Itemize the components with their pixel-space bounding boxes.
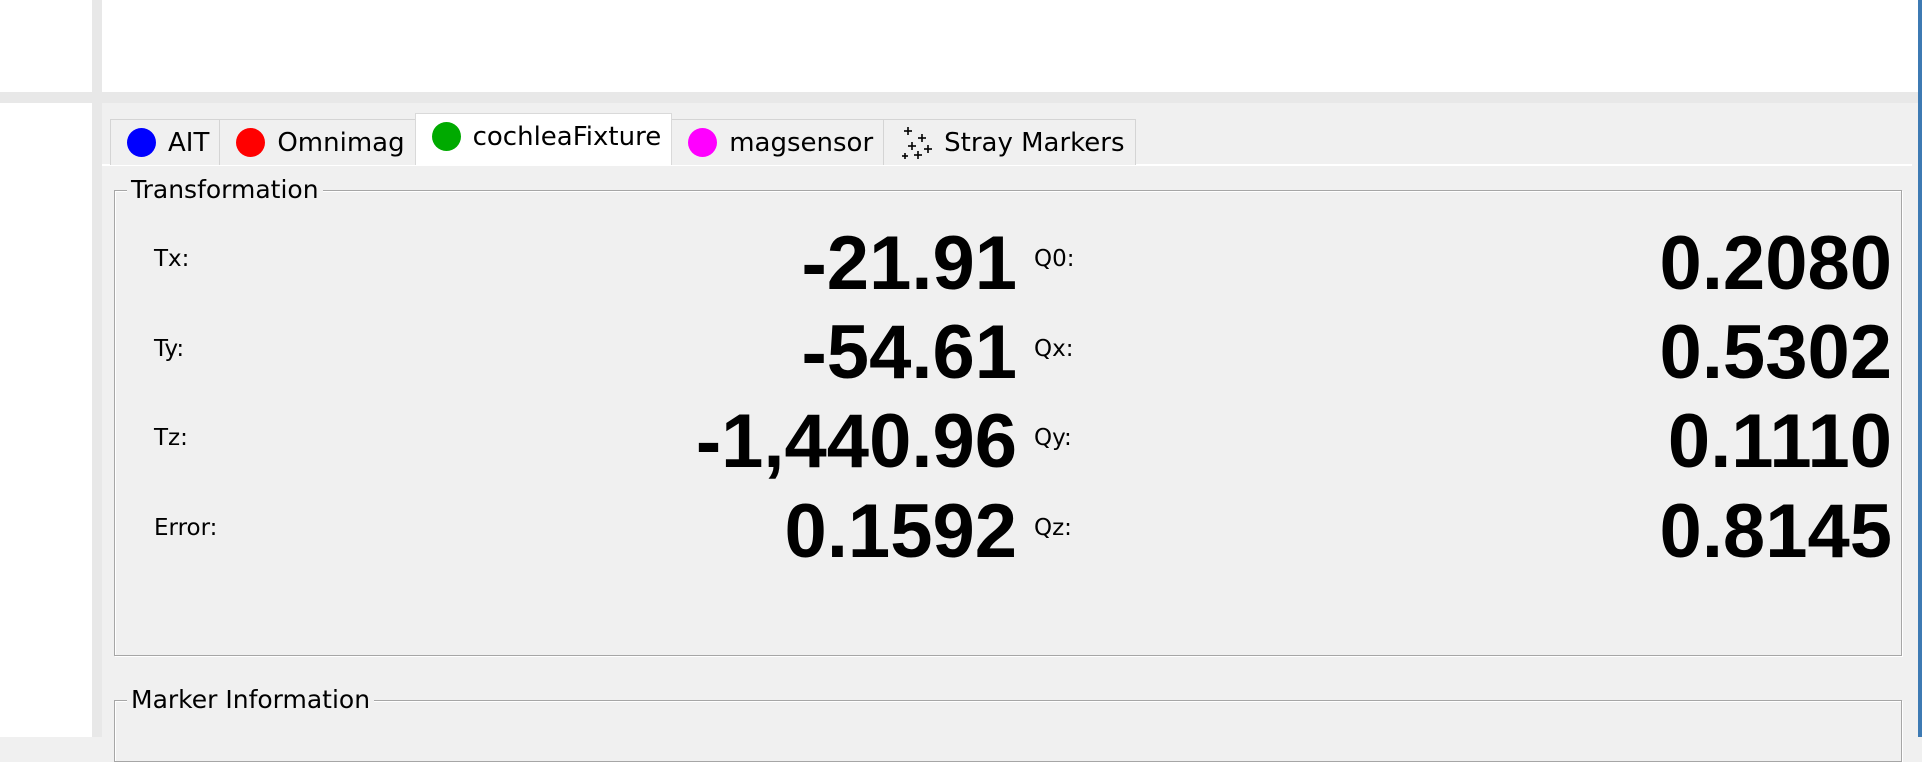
top-panel xyxy=(102,0,1920,92)
error-value: 0.1592 xyxy=(784,489,1017,574)
error-label: Error: xyxy=(154,515,218,541)
tab-stray-markers[interactable]: Stray Markers xyxy=(883,119,1136,165)
qy-value: 0.1110 xyxy=(1667,399,1892,484)
tab-omnimag[interactable]: Omnimag xyxy=(219,119,416,165)
window-right-border xyxy=(1918,0,1922,737)
ty-label: Ty: xyxy=(154,336,185,362)
horizontal-splitter[interactable] xyxy=(0,92,1922,103)
tx-value: -21.91 xyxy=(801,221,1018,306)
tz-value: -1,440.96 xyxy=(695,399,1017,484)
left-panel-top xyxy=(0,0,92,92)
tab-label: magsensor xyxy=(729,127,874,158)
tab-magsensor[interactable]: magsensor xyxy=(671,119,885,165)
qx-label: Qx: xyxy=(1034,336,1074,362)
vertical-splitter[interactable] xyxy=(92,0,102,737)
tx-label: Tx: xyxy=(154,246,190,272)
marker-information-groupbox: Marker Information xyxy=(114,685,1902,762)
tab-label: Omnimag xyxy=(277,127,405,158)
group-title: Transformation xyxy=(127,175,323,204)
qy-label: Qy: xyxy=(1034,425,1072,451)
left-panel-bottom xyxy=(0,103,92,737)
tz-label: Tz: xyxy=(154,425,188,451)
tool-status-dot-icon xyxy=(127,128,156,157)
tool-status-dot-icon xyxy=(236,128,266,157)
tab-label: Stray Markers xyxy=(944,127,1125,158)
qx-value: 0.5302 xyxy=(1659,310,1892,395)
tool-tab-bar: AIT Omnimag cochleaFixture magsensor Str… xyxy=(110,113,1136,165)
tool-status-dot-icon xyxy=(431,122,461,151)
tab-label: cochleaFixture xyxy=(472,121,662,152)
tab-ait[interactable]: AIT xyxy=(110,119,221,165)
group-title: Marker Information xyxy=(127,685,375,714)
ty-value: -54.61 xyxy=(801,310,1018,395)
tab-cochleafixture[interactable]: cochleaFixture xyxy=(414,113,673,165)
stray-markers-icon xyxy=(902,126,933,159)
qz-value: 0.8145 xyxy=(1659,489,1892,574)
qz-label: Qz: xyxy=(1034,515,1072,541)
q0-label: Q0: xyxy=(1034,246,1075,272)
tab-label: AIT xyxy=(168,127,210,158)
tool-status-dot-icon xyxy=(688,128,718,157)
q0-value: 0.2080 xyxy=(1659,221,1892,306)
